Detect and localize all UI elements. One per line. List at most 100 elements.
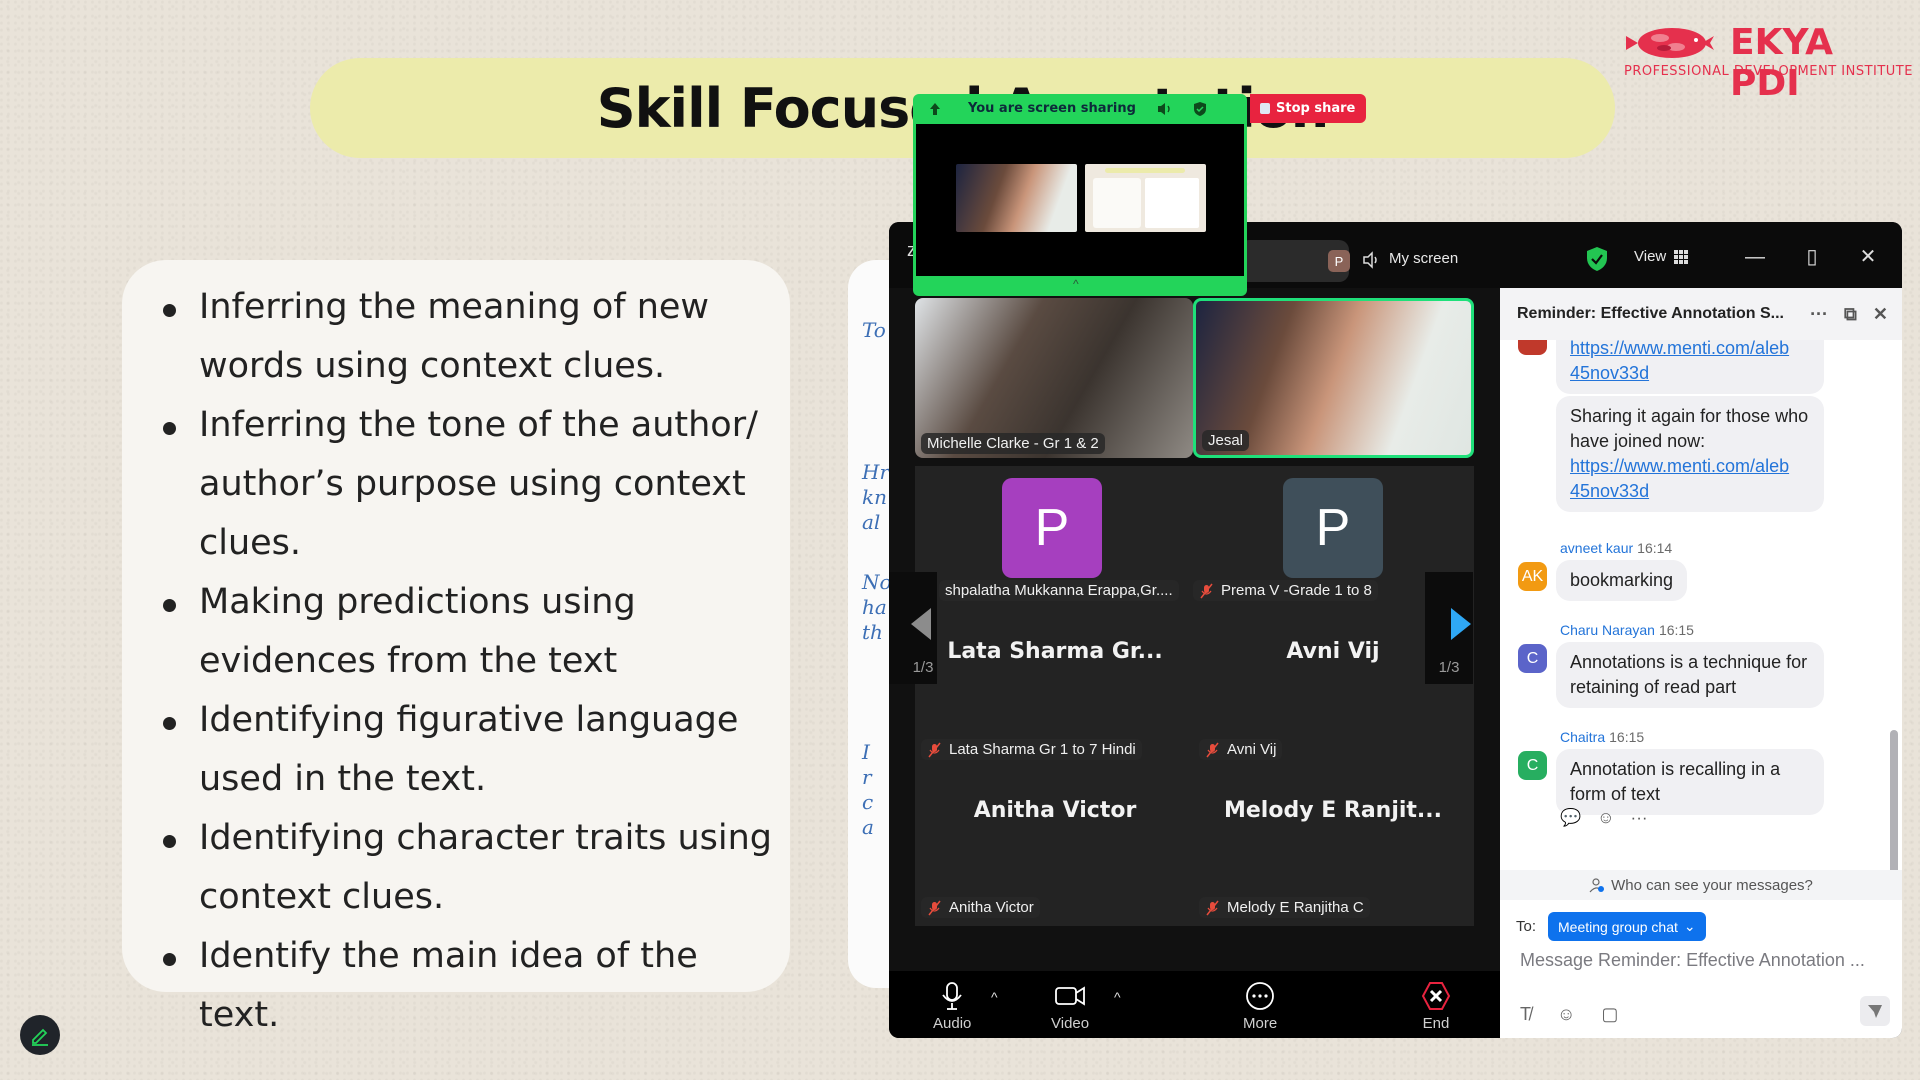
participant-name-label: Lata Sharma Gr 1 to 7 Hindi — [921, 739, 1142, 760]
camera-preview-thumbnail[interactable] — [956, 164, 1077, 232]
stop-icon — [1260, 103, 1270, 114]
page-indicator: 1/3 — [1438, 659, 1460, 676]
more-options-icon[interactable]: ··· — [1810, 304, 1828, 325]
end-meeting-button[interactable]: End — [1421, 981, 1451, 1032]
sender-name[interactable]: Chaitra — [1560, 729, 1605, 745]
message-text: Annotations is a technique for retaining… — [1570, 652, 1808, 697]
more-button[interactable]: More — [1243, 981, 1277, 1032]
participant-name-label: Michelle Clarke - Gr 1 & 2 — [921, 433, 1105, 454]
participant-name-label: shpalatha Mukkanna Erappa,Gr.... — [939, 580, 1179, 601]
pencil-icon — [32, 1028, 48, 1046]
end-label: End — [1422, 1015, 1450, 1032]
handwritten-note: al — [862, 510, 881, 534]
more-label: More — [1243, 1015, 1278, 1032]
sender-avatar: AK — [1518, 562, 1547, 591]
message-link[interactable]: https://www.menti.com/aleb — [1570, 456, 1789, 476]
my-screen-label[interactable]: My screen — [1389, 250, 1458, 267]
screen-preview-thumbnail[interactable] — [1085, 164, 1206, 232]
logo-name: EKYA PDI — [1730, 22, 1833, 104]
security-shield-icon[interactable] — [1193, 101, 1207, 117]
share-preview-area — [916, 124, 1244, 276]
file-icon[interactable]: ▢ — [1601, 1004, 1618, 1025]
privacy-notice-text: Who can see your messages? — [1611, 876, 1813, 894]
chat-scrollbar[interactable] — [1890, 730, 1898, 870]
handwritten-note: Hr — [862, 460, 890, 484]
fish-logo-icon — [1626, 28, 1714, 58]
stop-share-button[interactable]: Stop share — [1250, 94, 1366, 123]
skill-item: Making predictions using evidences from … — [158, 573, 780, 691]
message-time: 16:14 — [1637, 540, 1673, 556]
reply-icon[interactable]: 💬 — [1560, 808, 1581, 828]
message-text: Annotation is recalling in a form of tex… — [1570, 759, 1781, 804]
sender-name[interactable]: avneet kaur — [1560, 540, 1633, 556]
zoom-meeting-window: z P My screen View — ▯ ✕ Michelle Clarke — [889, 222, 1902, 1038]
audio-options-caret[interactable]: ^ — [991, 989, 998, 1005]
audio-button[interactable]: Audio — [933, 981, 971, 1032]
participant-tile[interactable]: Melody E Ranjit... Melody E Ranjitha C — [1193, 768, 1474, 926]
annotate-pen-button[interactable] — [20, 1015, 60, 1055]
pop-out-icon[interactable]: ⧉ — [1844, 304, 1857, 325]
meeting-toolbar: Audio ^ Video ^ More End — [889, 971, 1500, 1038]
previous-page-button[interactable]: 1/3 — [889, 572, 937, 684]
add-reaction-icon[interactable]: ☺ — [1597, 808, 1614, 828]
chat-panel: Reminder: Effective Annotation S... ··· … — [1500, 288, 1902, 1038]
message-link[interactable]: 45nov33d — [1570, 363, 1649, 383]
participant-tile[interactable]: Lata Sharma Gr... Lata Sharma Gr 1 to 7 … — [915, 611, 1193, 768]
chat-message-input[interactable] — [1520, 950, 1890, 971]
video-gallery: Michelle Clarke - Gr 1 & 2 Jesal P shpal… — [889, 288, 1500, 971]
chat-header: Reminder: Effective Annotation S... ··· … — [1500, 288, 1902, 340]
handwritten-note: c — [862, 790, 874, 814]
chevron-down-icon: ⌄ — [1683, 918, 1696, 934]
format-text-icon[interactable]: T̸ — [1520, 1004, 1531, 1025]
sender-avatar: C — [1518, 644, 1547, 673]
close-window-button[interactable]: ✕ — [1857, 246, 1879, 268]
screen-sharing-panel[interactable]: You are screen sharing ^ — [913, 94, 1247, 296]
recipient-dropdown[interactable]: Meeting group chat ⌄ — [1548, 912, 1706, 941]
speaker-icon — [1363, 251, 1377, 269]
speaker-avatar: P — [1328, 250, 1350, 272]
view-button[interactable]: View — [1634, 248, 1689, 265]
participant-tile[interactable]: Anitha Victor Anitha Victor — [915, 768, 1193, 926]
microphone-icon — [942, 982, 962, 1010]
maximize-button[interactable]: ▯ — [1801, 246, 1823, 268]
send-button[interactable] — [1860, 996, 1890, 1026]
handwritten-note: kn — [862, 485, 887, 509]
message-list[interactable]: https://www.menti.com/aleb 45nov33d Shar… — [1500, 340, 1902, 870]
emoji-icon[interactable]: ☺ — [1557, 1004, 1575, 1025]
page-indicator: 1/3 — [912, 659, 934, 676]
sharing-status: You are screen sharing — [968, 101, 1136, 116]
security-shield-icon[interactable] — [1586, 246, 1608, 272]
muted-mic-icon — [1206, 900, 1219, 915]
skill-item: Identifying character traits using conte… — [158, 809, 780, 927]
participant-tile[interactable]: P shpalatha Mukkanna Erappa,Gr.... — [915, 466, 1193, 611]
collapse-arrow-icon[interactable] — [927, 101, 943, 117]
skill-item: Identifying figurative language used in … — [158, 691, 780, 809]
handwritten-note: th — [862, 620, 883, 644]
recipient-row: To: Meeting group chat ⌄ — [1516, 912, 1706, 941]
stop-share-label: Stop share — [1276, 101, 1356, 116]
skill-item: Inferring the tone of the author/ author… — [158, 396, 780, 573]
message-time: 16:15 — [1609, 729, 1645, 745]
sender-avatar — [1518, 340, 1547, 355]
video-options-caret[interactable]: ^ — [1114, 989, 1121, 1005]
sender-name[interactable]: Charu Narayan — [1560, 622, 1655, 638]
next-page-button[interactable]: 1/3 — [1425, 572, 1473, 684]
message-link[interactable]: https://www.menti.com/aleb — [1570, 340, 1789, 358]
video-tile[interactable]: Michelle Clarke - Gr 1 & 2 — [915, 298, 1193, 458]
message-meta: avneet kaur 16:14 — [1560, 540, 1672, 556]
muted-mic-icon — [928, 900, 941, 915]
video-button[interactable]: Video — [1051, 981, 1089, 1032]
close-chat-icon[interactable]: ✕ — [1873, 304, 1888, 325]
send-icon — [1868, 1005, 1882, 1018]
message-bubble: Sharing it again for those who have join… — [1556, 396, 1824, 512]
more-actions-icon[interactable]: ··· — [1631, 808, 1648, 828]
video-tile-active-speaker[interactable]: Jesal — [1193, 298, 1474, 458]
skills-bullet-card: Inferring the meaning of new words using… — [122, 260, 790, 1035]
chat-title: Reminder: Effective Annotation S... — [1517, 305, 1784, 322]
minimize-button[interactable]: — — [1744, 246, 1766, 268]
expand-caret-icon[interactable]: ^ — [1073, 277, 1079, 291]
audio-share-icon[interactable] — [1157, 102, 1173, 116]
message-link[interactable]: 45nov33d — [1570, 481, 1649, 501]
muted-mic-icon — [1200, 583, 1213, 598]
privacy-notice[interactable]: Who can see your messages? — [1500, 870, 1902, 900]
